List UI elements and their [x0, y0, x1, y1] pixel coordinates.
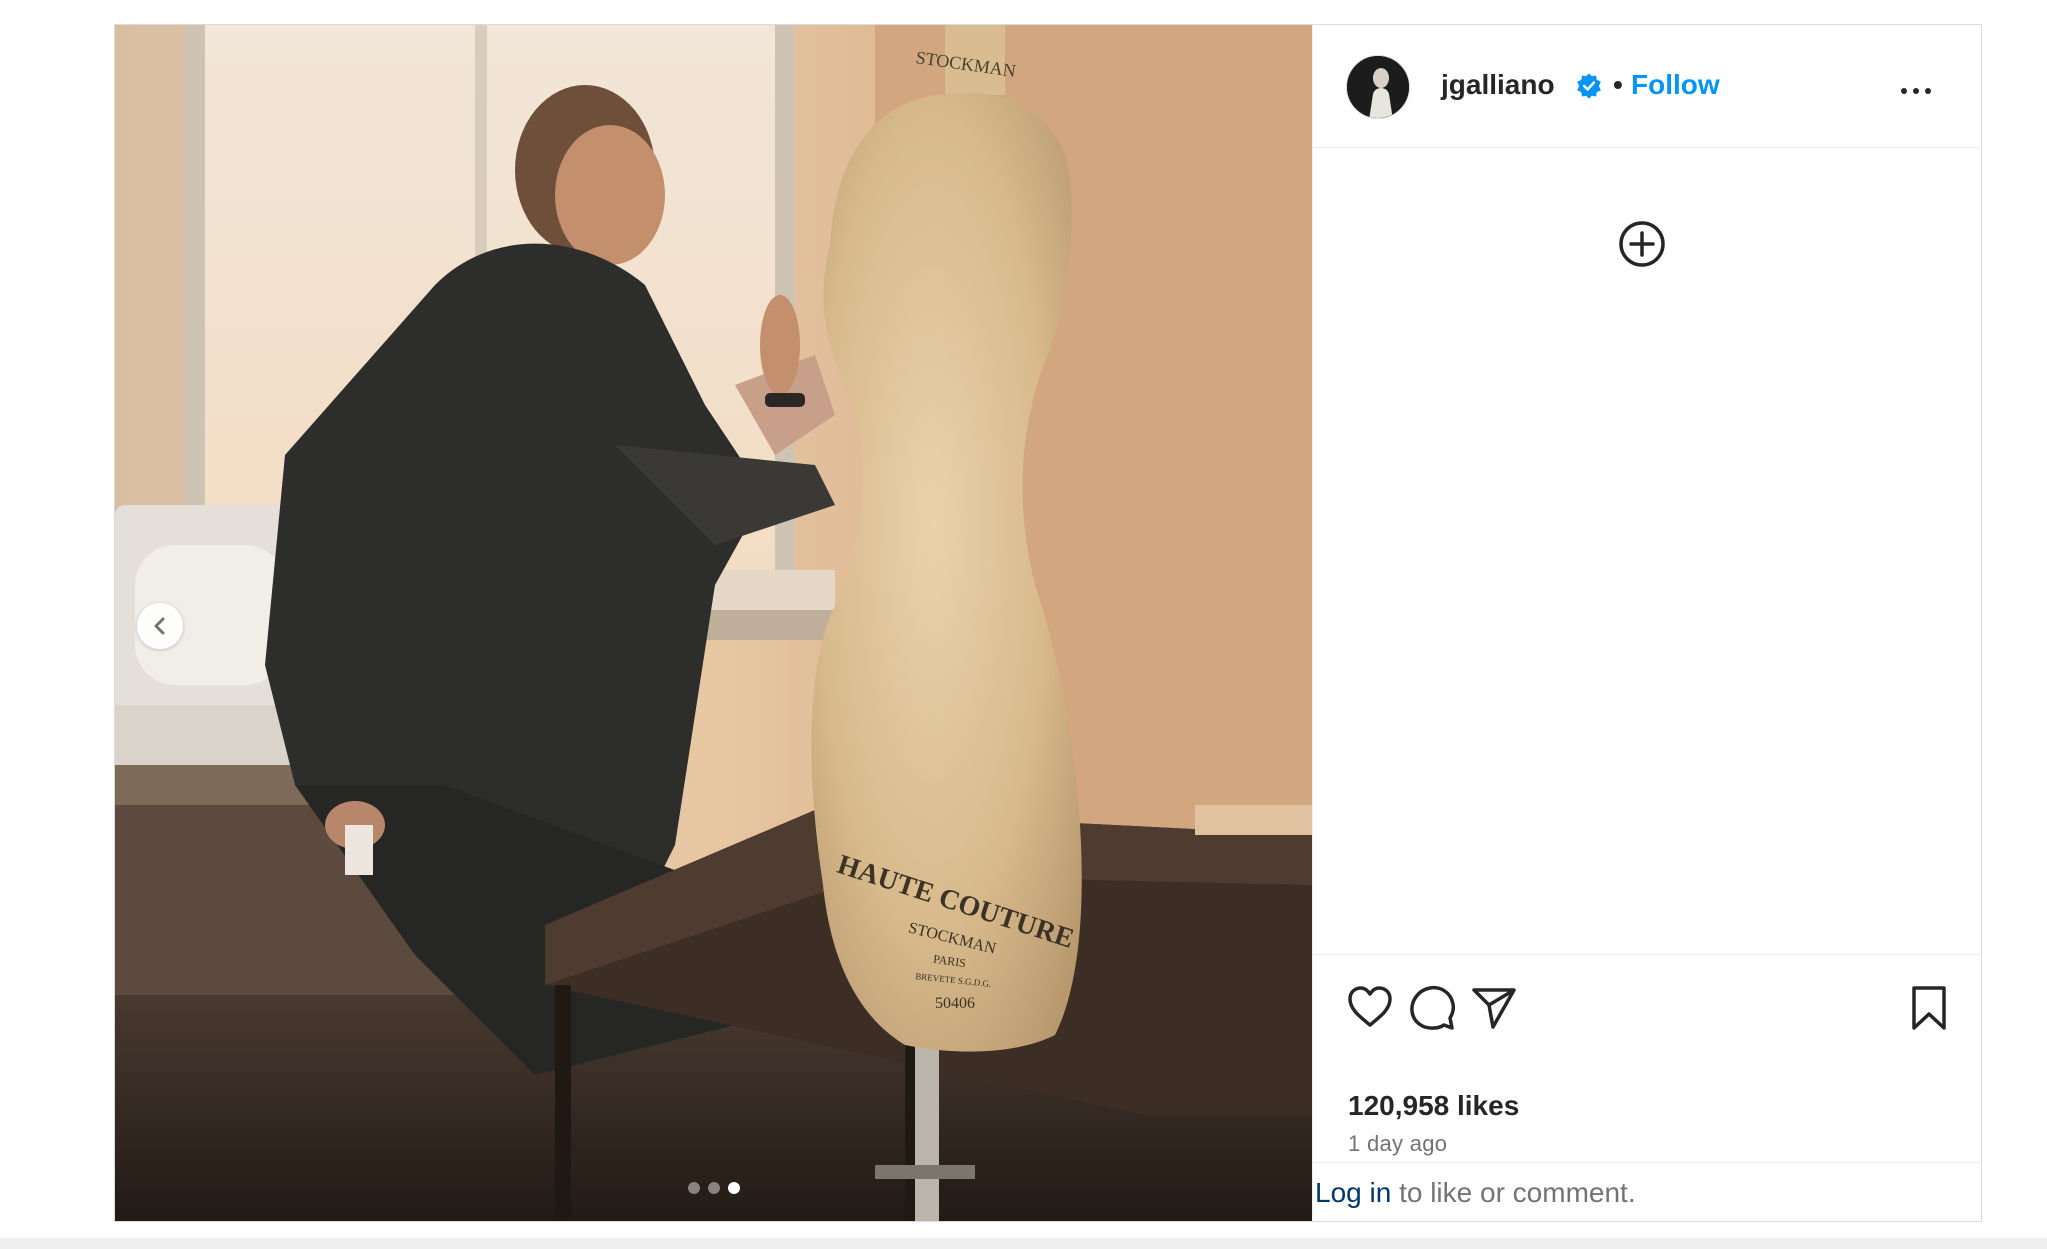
avatar[interactable]	[1346, 55, 1410, 119]
add-circle-icon[interactable]	[1618, 220, 1666, 268]
login-prompt: Log in to like or comment.	[1315, 1177, 1636, 1209]
verified-badge-icon	[1577, 73, 1601, 99]
more-options-icon[interactable]	[1901, 81, 1941, 101]
dot	[1925, 88, 1931, 94]
share-icon[interactable]	[1469, 983, 1519, 1033]
post-photo: STOCKMAN HAUTE COUTURE STOCKMAN PARIS BR…	[115, 25, 1312, 1221]
footer-divider	[1313, 1162, 1982, 1163]
carousel-dot	[688, 1182, 700, 1194]
carousel-dot-active	[728, 1182, 740, 1194]
dot	[1901, 88, 1907, 94]
login-link[interactable]: Log in	[1315, 1177, 1391, 1208]
username-link[interactable]: jgalliano	[1441, 69, 1555, 101]
page-bottom-strip	[0, 1238, 2047, 1249]
post-header: jgalliano • Follow	[1313, 25, 1982, 148]
avatar-image	[1347, 56, 1409, 118]
likes-count[interactable]: 120,958 likes	[1348, 1090, 1519, 1122]
post-timestamp[interactable]: 1 day ago	[1348, 1131, 1447, 1157]
previous-image-button[interactable]	[137, 603, 183, 649]
bookmark-icon[interactable]	[1904, 983, 1954, 1033]
mannequin-label-5: 50406	[935, 995, 975, 1012]
separator-dot: •	[1613, 69, 1623, 100]
actions-divider	[1313, 954, 1982, 955]
carousel-dots	[688, 1182, 740, 1194]
carousel-dot	[708, 1182, 720, 1194]
post-sidebar: jgalliano • Follow 120,958 likes 1 day a…	[1312, 25, 1982, 1221]
comment-icon[interactable]	[1407, 983, 1457, 1033]
login-prompt-text: to like or comment.	[1391, 1177, 1636, 1208]
post-media[interactable]: STOCKMAN HAUTE COUTURE STOCKMAN PARIS BR…	[115, 25, 1312, 1221]
chevron-left-icon	[154, 617, 165, 635]
heart-icon[interactable]	[1345, 983, 1395, 1033]
follow-button[interactable]: Follow	[1631, 69, 1720, 101]
dot	[1913, 88, 1919, 94]
instagram-post: STOCKMAN HAUTE COUTURE STOCKMAN PARIS BR…	[114, 24, 1982, 1222]
